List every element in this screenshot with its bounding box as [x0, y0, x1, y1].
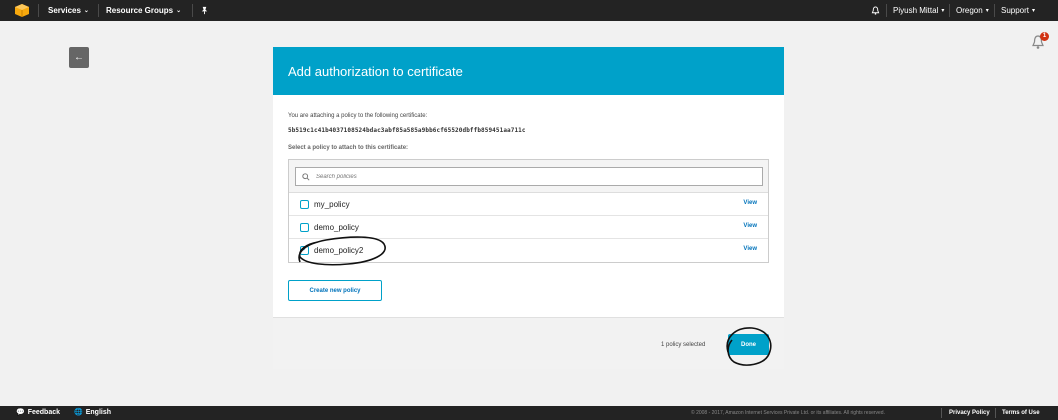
policy-list: my_policy View demo_policy View ✓ demo_p…: [288, 159, 769, 263]
policy-name: demo_policy: [314, 223, 359, 232]
policy-name: demo_policy2: [314, 246, 364, 255]
language-label: English: [85, 409, 111, 416]
nav-divider: [994, 4, 995, 17]
user-label: Piyush Mittal: [893, 6, 939, 15]
search-input[interactable]: [295, 167, 763, 186]
globe-icon: 🌐: [74, 409, 83, 416]
feedback-link[interactable]: 💬 Feedback: [16, 406, 60, 420]
nav-divider: [886, 4, 887, 17]
user-menu[interactable]: Piyush Mittal ▾: [893, 0, 944, 21]
select-policy-label: Select a policy to attach to this certif…: [288, 145, 409, 151]
support-menu[interactable]: Support ▾: [1001, 0, 1035, 21]
nav-divider: [949, 4, 950, 17]
policy-name: my_policy: [314, 200, 350, 209]
policy-row[interactable]: my_policy View: [289, 193, 768, 216]
dialog-header: Add authorization to certificate: [273, 47, 784, 95]
bell-icon[interactable]: [871, 6, 880, 15]
nav-divider: [192, 4, 193, 17]
certificate-id: 5b519c1c41b4037108524bdac3abf85a585a9bb6…: [288, 127, 526, 134]
chevron-down-icon: ⌄: [83, 8, 89, 14]
language-selector[interactable]: 🌐 English: [74, 406, 111, 420]
policy-checkbox[interactable]: [300, 200, 309, 209]
speech-bubble-icon: 💬: [16, 409, 25, 416]
aws-logo-icon[interactable]: [15, 4, 29, 17]
policy-checkbox[interactable]: [300, 223, 309, 232]
chevron-down-icon: ▾: [985, 8, 989, 14]
done-button[interactable]: Done: [728, 334, 769, 355]
dialog-footer: 1 policy selected Done: [273, 317, 784, 369]
console-footer: 💬 Feedback 🌐 English © 2008 - 2017, Amazon…: [0, 406, 1058, 420]
nav-divider: [38, 4, 39, 17]
chevron-down-icon: ▾: [1032, 8, 1036, 14]
view-policy-link[interactable]: View: [743, 223, 757, 229]
view-policy-link[interactable]: View: [743, 246, 757, 252]
policy-row[interactable]: demo_policy View: [289, 216, 768, 239]
top-nav: Services ⌄ Resource Groups ⌄ Piyush Mittal…: [0, 0, 1058, 21]
nav-divider: [98, 4, 99, 17]
region-menu[interactable]: Oregon ▾: [956, 0, 989, 21]
intro-text: You are attaching a policy to the follow…: [288, 113, 428, 119]
region-label: Oregon: [956, 6, 983, 15]
chevron-down-icon: ▾: [941, 8, 945, 14]
services-menu[interactable]: Services ⌄: [48, 0, 89, 21]
chevron-down-icon: ⌄: [176, 8, 182, 14]
privacy-policy-link[interactable]: Privacy Policy: [949, 406, 990, 420]
arrow-left-icon: ←: [74, 52, 84, 63]
notification-badge: 1: [1040, 32, 1049, 41]
footer-divider: [941, 408, 942, 418]
back-button[interactable]: ←: [69, 47, 89, 68]
checkmark-icon: ✓: [302, 246, 308, 253]
resource-groups-label: Resource Groups: [106, 6, 174, 15]
services-label: Services: [48, 6, 81, 15]
resource-groups-menu[interactable]: Resource Groups ⌄: [106, 0, 181, 21]
policy-checkbox-checked[interactable]: ✓: [300, 246, 309, 255]
copyright-text: © 2008 - 2017, Amazon Internet Services …: [691, 410, 885, 416]
selected-count: 1 policy selected: [661, 342, 706, 348]
create-new-policy-button[interactable]: Create new policy: [288, 280, 382, 301]
view-policy-link[interactable]: View: [743, 200, 757, 206]
search-icon: [302, 173, 310, 181]
support-label: Support: [1001, 6, 1030, 15]
feedback-label: Feedback: [27, 409, 61, 416]
policy-row[interactable]: ✓ demo_policy2 View: [289, 239, 768, 262]
terms-of-use-link[interactable]: Terms of Use: [1002, 406, 1040, 420]
footer-divider: [995, 408, 996, 418]
search-area: [289, 160, 768, 193]
pin-icon[interactable]: [200, 6, 209, 15]
add-authorization-dialog: Add authorization to certificate You are…: [273, 47, 784, 369]
dialog-title: Add authorization to certificate: [288, 64, 463, 79]
